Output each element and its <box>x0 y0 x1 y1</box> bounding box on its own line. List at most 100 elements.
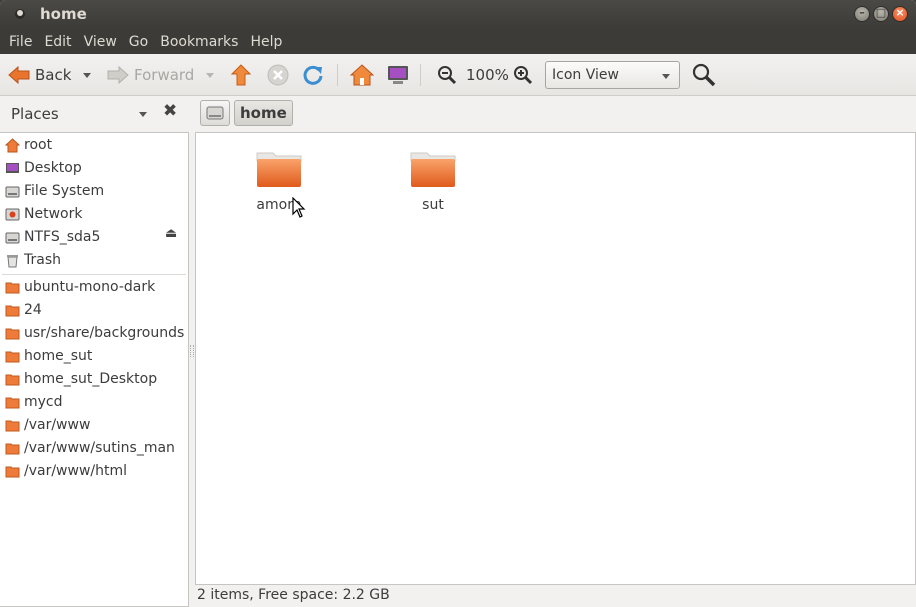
sidebar-bookmark-label: mycd <box>24 394 63 410</box>
folder-icon <box>5 328 20 340</box>
reload-button[interactable] <box>302 54 324 96</box>
folder-item[interactable]: sut <box>388 149 478 213</box>
chevron-down-icon <box>83 72 91 78</box>
breadcrumb: home <box>200 100 293 126</box>
sidebar-bookmark[interactable]: 24 <box>0 299 188 322</box>
menu-go[interactable]: Go <box>124 34 153 50</box>
folder-icon <box>5 397 20 409</box>
stop-button[interactable] <box>267 54 289 96</box>
forward-button[interactable]: Forward <box>107 54 194 96</box>
close-sidebar-icon[interactable]: ✖ <box>163 101 177 121</box>
breadcrumb-home-button[interactable]: home <box>234 100 293 126</box>
forward-history-dropdown[interactable] <box>206 54 214 96</box>
folder-icon <box>5 305 20 317</box>
view-mode-select[interactable]: Icon View <box>545 61 680 89</box>
sidebar-bookmark[interactable]: ubuntu-mono-dark <box>0 276 188 299</box>
sidebar-type-dropdown[interactable] <box>139 112 147 117</box>
menu-help[interactable]: Help <box>245 34 287 50</box>
breadcrumb-root-button[interactable] <box>200 100 230 126</box>
zoom-level[interactable]: 100% <box>466 54 509 96</box>
close-button[interactable]: × <box>892 6 908 22</box>
close-icon: × <box>895 6 905 19</box>
drive-icon <box>206 106 224 120</box>
sidebar-item-trash[interactable]: Trash <box>0 249 188 272</box>
sidebar-item-ntfs-sda5[interactable]: NTFS_sda5 ⏏ <box>0 226 188 249</box>
sidebar-item-root[interactable]: root <box>0 134 188 157</box>
folder-icon <box>5 351 20 363</box>
sidebar-bookmark[interactable]: home_sut <box>0 345 188 368</box>
back-arrow-icon <box>8 66 30 84</box>
zoom-level-text: 100% <box>466 66 509 84</box>
zoom-in-button[interactable] <box>513 54 533 96</box>
maximize-button[interactable]: □ <box>873 6 889 22</box>
sidebar-bookmark-label: home_sut <box>24 348 93 364</box>
sidebar-item-label: File System <box>24 183 105 199</box>
home-button[interactable] <box>350 54 374 96</box>
sidebar-title: Places <box>11 105 59 123</box>
sidebar-bookmark-label: ubuntu-mono-dark <box>24 279 156 295</box>
eject-icon[interactable]: ⏏ <box>165 226 177 241</box>
folder-name: sut <box>422 197 444 213</box>
toolbar: Back Forward 100% <box>0 54 916 96</box>
sidebar-item-desktop[interactable]: Desktop <box>0 157 188 180</box>
sidebar-header: Places ✖ <box>0 96 190 132</box>
minimize-button[interactable]: – <box>854 6 870 22</box>
zoom-out-icon <box>438 66 457 85</box>
sidebar-bookmark[interactable]: home_sut_Desktop <box>0 368 188 391</box>
window-menu-icon[interactable] <box>13 7 27 21</box>
chevron-down-icon <box>662 74 670 79</box>
menu-view[interactable]: View <box>79 34 122 50</box>
sidebar-bookmark[interactable]: /var/www/sutins_man <box>0 437 188 460</box>
sidebar-bookmark-label: /var/www <box>24 417 91 433</box>
sidebar-bookmark[interactable]: /var/www <box>0 414 188 437</box>
pane-resize-handle[interactable] <box>190 345 194 357</box>
desktop-icon <box>6 163 19 173</box>
forward-arrow-icon <box>107 66 129 84</box>
sidebar-bookmark[interactable]: usr/share/backgrounds <box>0 322 188 345</box>
zoom-in-icon <box>514 66 533 85</box>
folder-item[interactable]: amorn <box>234 149 324 213</box>
back-history-dropdown[interactable] <box>83 54 91 96</box>
folder-icon <box>5 374 20 386</box>
sidebar-bookmark-label: /var/www/html <box>24 463 128 479</box>
network-icon <box>5 208 20 221</box>
menu-edit[interactable]: Edit <box>39 34 76 50</box>
up-arrow-icon <box>231 64 251 86</box>
status-bar: 2 items, Free space: 2.2 GB <box>195 585 916 607</box>
trash-icon <box>7 255 18 268</box>
sidebar-bookmark[interactable]: mycd <box>0 391 188 414</box>
back-button[interactable]: Back <box>8 54 71 96</box>
reload-icon <box>303 65 323 85</box>
home-icon <box>350 64 374 86</box>
maximize-icon: □ <box>875 6 887 19</box>
up-button[interactable] <box>231 54 251 96</box>
drive-icon <box>5 186 20 198</box>
menu-bar: File Edit View Go Bookmarks Help <box>0 29 916 54</box>
back-label: Back <box>35 66 72 84</box>
menu-file[interactable]: File <box>4 34 37 50</box>
sidebar: root Desktop File System Network NTFS_sd… <box>0 132 189 607</box>
folder-icon <box>5 420 20 432</box>
toolbar-separator <box>337 64 338 86</box>
computer-icon <box>388 66 408 84</box>
folder-icon <box>410 152 456 187</box>
sidebar-item-label: Desktop <box>24 160 82 176</box>
window-title: home <box>40 5 87 23</box>
sidebar-item-label: NTFS_sda5 <box>24 229 101 245</box>
sidebar-bookmark-label: usr/share/backgrounds <box>24 325 185 341</box>
zoom-out-button[interactable] <box>437 54 457 96</box>
computer-button[interactable] <box>386 54 410 96</box>
minimize-icon: – <box>859 6 865 19</box>
sidebar-item-file-system[interactable]: File System <box>0 180 188 203</box>
sidebar-separator <box>2 274 186 275</box>
sidebar-bookmark-label: home_sut_Desktop <box>24 371 158 387</box>
menu-bookmarks[interactable]: Bookmarks <box>155 34 243 50</box>
sidebar-item-network[interactable]: Network <box>0 203 188 226</box>
file-manager-window: home – □ × File Edit View Go Bookmarks H… <box>0 0 916 607</box>
drive-icon <box>5 232 20 244</box>
sidebar-item-label: Network <box>24 206 83 222</box>
forward-label: Forward <box>134 66 195 84</box>
search-button[interactable] <box>692 54 716 96</box>
sidebar-bookmark[interactable]: /var/www/html <box>0 460 188 483</box>
toolbar-separator <box>420 64 421 86</box>
